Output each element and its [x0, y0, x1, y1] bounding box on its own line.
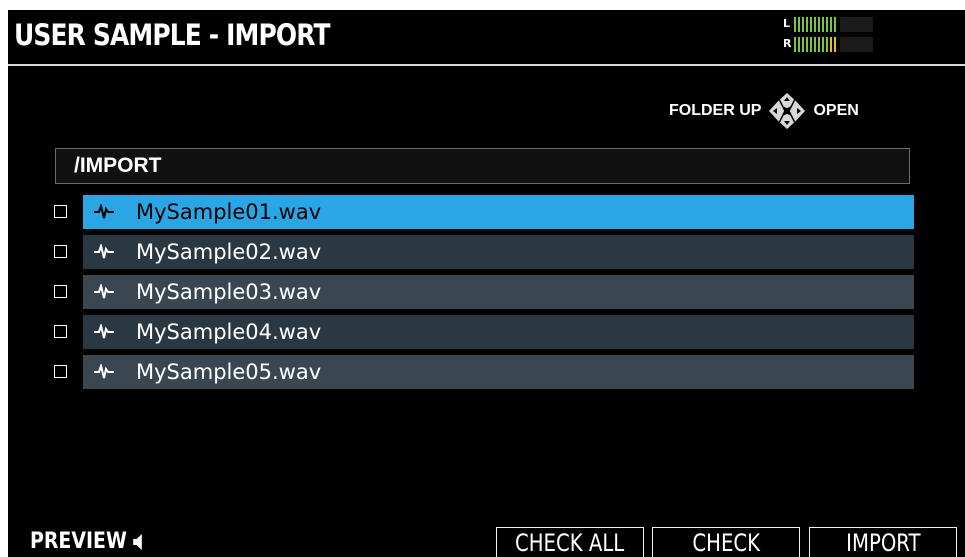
- preview-label: PREVIEW: [30, 529, 127, 554]
- level-meter: L R: [783, 15, 878, 55]
- file-row[interactable]: MySample01.wav: [8, 195, 965, 231]
- file-name: MySample03.wav: [136, 280, 322, 304]
- file-item[interactable]: MySample02.wav: [83, 235, 914, 269]
- check-button[interactable]: CHECK: [652, 527, 800, 557]
- waveform-icon: [94, 324, 114, 339]
- file-name: MySample05.wav: [136, 360, 322, 384]
- file-checkbox[interactable]: [54, 325, 67, 338]
- meter-right-empty: [840, 37, 873, 52]
- file-row[interactable]: MySample03.wav: [8, 275, 965, 311]
- file-item[interactable]: MySample03.wav: [83, 275, 914, 309]
- header-bar: USER SAMPLE - IMPORT L R: [8, 10, 965, 66]
- waveform-icon: [94, 364, 114, 379]
- cursor-pad-icon: [767, 90, 808, 132]
- meter-right-bars: [794, 37, 838, 52]
- open-label: OPEN: [813, 102, 859, 119]
- folder-up-label: FOLDER UP: [669, 102, 762, 119]
- waveform-icon: [94, 244, 114, 259]
- page-title: USER SAMPLE - IMPORT: [14, 18, 330, 52]
- import-button[interactable]: IMPORT: [809, 527, 957, 557]
- file-item[interactable]: MySample04.wav: [83, 315, 914, 349]
- meter-right-label: R: [783, 37, 792, 50]
- device-screen: USER SAMPLE - IMPORT L R FOLDER UP OPEN …: [8, 10, 965, 557]
- speaker-icon: [132, 533, 142, 550]
- file-checkbox[interactable]: [54, 285, 67, 298]
- meter-left-bars: [794, 17, 838, 32]
- meter-left-label: L: [783, 17, 791, 30]
- preview-indicator: PREVIEW: [30, 529, 146, 554]
- waveform-icon: [94, 284, 114, 299]
- file-name: MySample04.wav: [136, 320, 322, 344]
- file-row[interactable]: MySample02.wav: [8, 235, 965, 271]
- check-all-button[interactable]: CHECK ALL: [496, 527, 644, 557]
- file-checkbox[interactable]: [54, 205, 67, 218]
- file-item[interactable]: MySample05.wav: [83, 355, 914, 389]
- file-checkbox[interactable]: [54, 365, 67, 378]
- waveform-icon: [94, 204, 114, 219]
- file-row[interactable]: MySample05.wav: [8, 355, 965, 391]
- file-row[interactable]: MySample04.wav: [8, 315, 965, 351]
- file-name: MySample02.wav: [136, 240, 322, 264]
- footer-bar: PREVIEW CHECK ALL CHECK IMPORT: [8, 527, 965, 557]
- path-text: /IMPORT: [74, 154, 162, 177]
- nav-hint: FOLDER UP OPEN: [669, 90, 859, 132]
- file-item[interactable]: MySample01.wav: [83, 195, 914, 229]
- file-checkbox[interactable]: [54, 245, 67, 258]
- meter-left-empty: [840, 17, 873, 32]
- file-name: MySample01.wav: [136, 200, 322, 224]
- current-path: /IMPORT: [55, 148, 910, 184]
